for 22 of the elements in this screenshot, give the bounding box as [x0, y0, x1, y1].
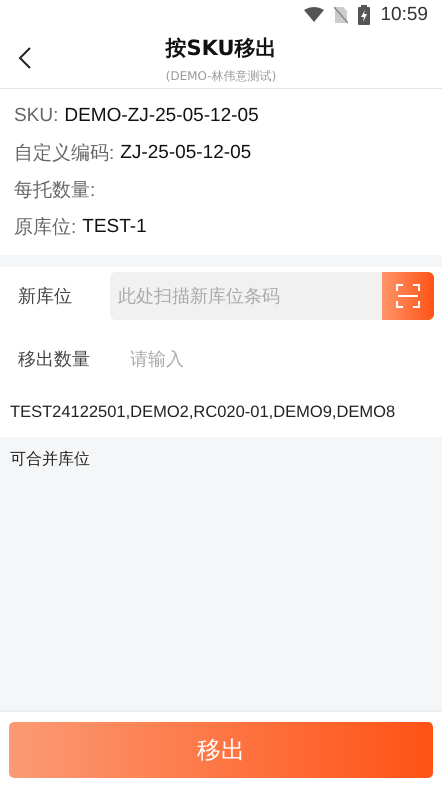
scan-button[interactable] [382, 272, 434, 320]
info-label: 每托数量: [14, 178, 96, 202]
move-out-button[interactable]: 移出 [9, 722, 433, 778]
info-label: SKU: [14, 104, 58, 126]
info-label: 自定义编码: [14, 142, 114, 166]
battery-icon [358, 5, 370, 25]
info-value: DEMO-ZJ-25-05-12-05 [64, 104, 259, 126]
no-sim-icon [334, 6, 348, 24]
scan-icon [395, 283, 421, 309]
location-field[interactable]: 此处扫描新库位条码 [110, 272, 434, 320]
field-label: 新库位 [17, 285, 73, 308]
location-list: TEST24122501,DEMO2,RC020-01,DEMO9,DEMO8 [10, 387, 434, 437]
panel-title: 可合并库位 [10, 449, 90, 468]
info-value: ZJ-25-05-12-05 [120, 142, 252, 164]
page-subtitle: (DEMO-林伟意测试) [166, 68, 276, 84]
info-value: TEST-1 [82, 216, 147, 238]
field-label: 移出数量 [17, 348, 91, 371]
page-title: 按SKU移出 [165, 34, 277, 62]
status-time: 10:59 [380, 4, 428, 26]
info-label: 原库位: [14, 216, 76, 240]
wifi-icon [304, 7, 324, 23]
location-input[interactable]: 此处扫描新库位条码 [110, 272, 382, 320]
